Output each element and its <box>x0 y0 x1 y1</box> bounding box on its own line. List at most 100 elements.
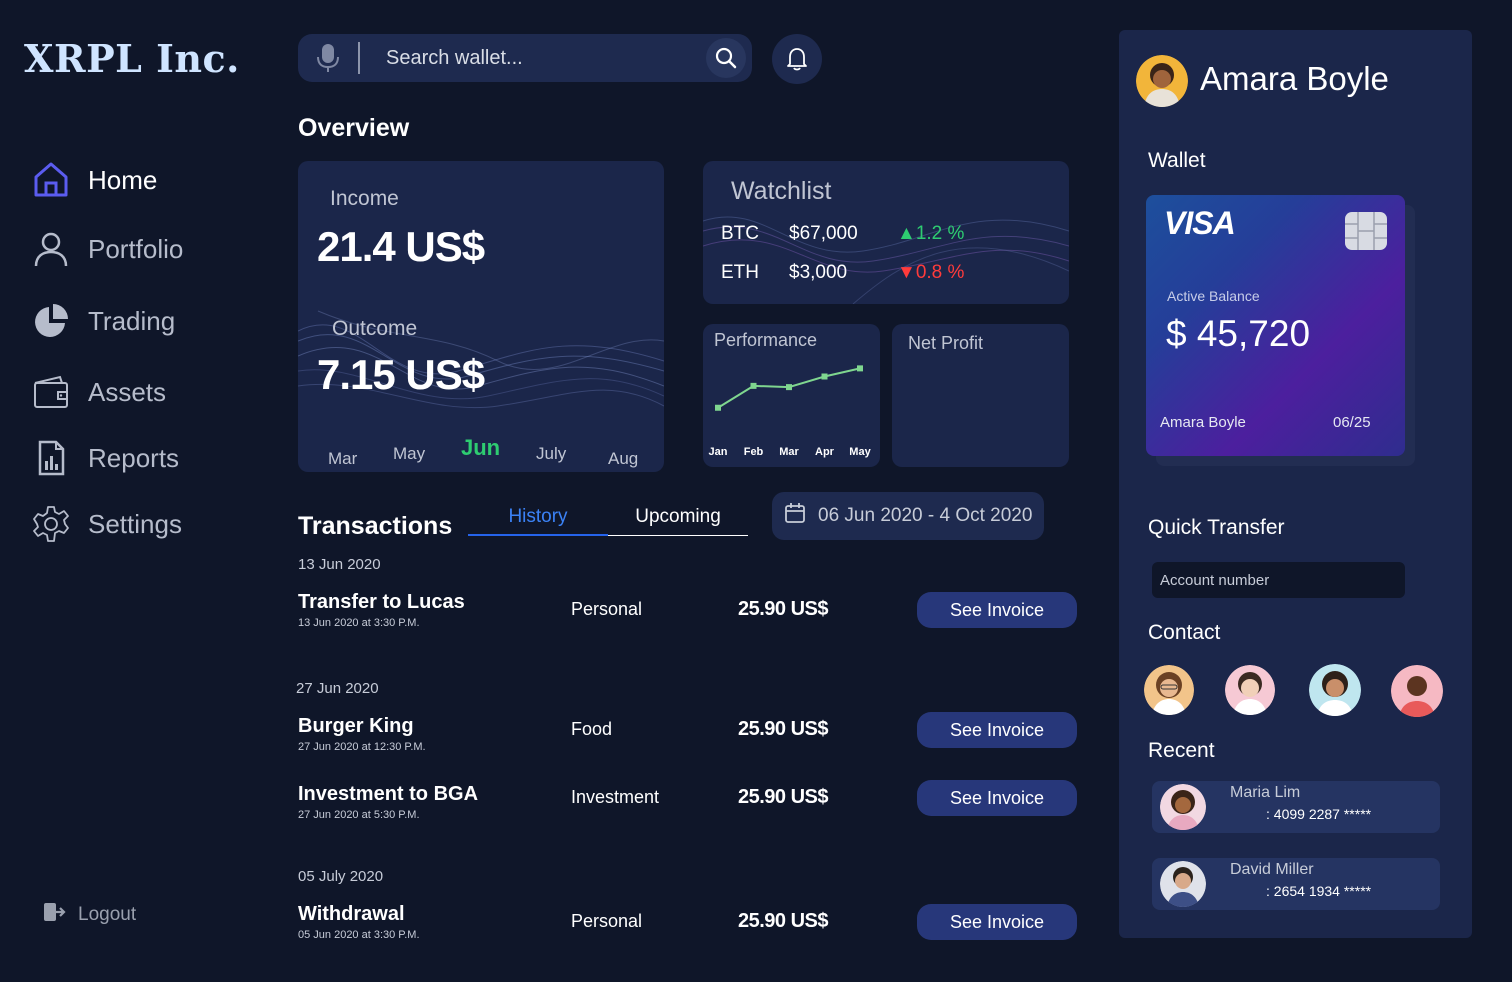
recent-transfer-item[interactable]: David Miller : 2654 1934 ***** <box>1152 858 1440 910</box>
user-name: Amara Boyle <box>1200 60 1389 97</box>
wallet-label: Wallet <box>1148 149 1206 172</box>
recent-label: Recent <box>1148 739 1215 762</box>
outcome-value: 7.15 US$ <box>317 351 485 398</box>
contact-avatar[interactable] <box>1225 665 1275 715</box>
performance-point <box>857 365 863 372</box>
card-brand: VISA <box>1164 205 1236 241</box>
contact-avatar[interactable] <box>1391 665 1443 717</box>
pie-chart-icon <box>32 302 70 340</box>
quick-transfer-label: Quick Transfer <box>1148 516 1285 539</box>
watchlist-card: Watchlist BTC $67,000 ▲ 1.2 % ETH $3,000… <box>703 161 1069 304</box>
watchlist-row[interactable]: BTC $67,000 ▲ 1.2 % <box>721 223 964 245</box>
watchlist-symbol: ETH <box>721 262 759 283</box>
recent-avatar <box>1160 861 1206 907</box>
watchlist-price: $3,000 <box>789 262 848 283</box>
contact-avatar[interactable] <box>1309 664 1361 716</box>
transaction-category: Personal <box>571 599 643 619</box>
watchlist-title: Watchlist <box>731 177 832 205</box>
nav-label-reports: Reports <box>88 442 180 473</box>
nav-item-trading[interactable]: Trading <box>32 299 252 343</box>
card-expiry: 06/25 <box>1333 414 1371 431</box>
performance-card: Performance Jan Feb Mar Apr May <box>703 324 880 467</box>
month-tab-may[interactable]: May <box>393 444 425 464</box>
performance-x-tick: Mar <box>779 446 799 458</box>
transaction-group-date: 13 Jun 2020 <box>298 556 381 573</box>
user-avatar[interactable] <box>1136 55 1188 107</box>
search-icon[interactable] <box>706 38 746 78</box>
nav-item-portfolio[interactable]: Portfolio <box>32 227 252 271</box>
transaction-timestamp: 27 Jun 2020 at 12:30 P.M. <box>298 741 426 753</box>
date-range-label: 06 Jun 2020 - 4 Oct 2020 <box>818 505 1033 526</box>
contact-avatar[interactable] <box>1144 665 1194 715</box>
trend-down-icon: ▼ <box>897 262 916 283</box>
nav-item-assets[interactable]: Assets <box>32 370 252 414</box>
home-icon <box>32 161 70 199</box>
see-invoice-button[interactable]: See Invoice <box>917 904 1077 940</box>
overview-title: Overview <box>298 114 410 142</box>
income-card: Income 21.4 US$ Outcome 7.15 US$ Mar May… <box>298 161 664 472</box>
logout-button[interactable]: Logout <box>42 900 136 929</box>
month-tab-mar[interactable]: Mar <box>328 449 357 469</box>
transaction-title: Withdrawal <box>298 903 405 925</box>
income-value: 21.4 US$ <box>317 223 485 270</box>
logout-icon <box>42 900 66 929</box>
nav-item-home[interactable]: Home <box>32 158 252 202</box>
wallet-icon <box>32 373 70 411</box>
performance-x-tick: May <box>849 446 871 458</box>
transaction-timestamp: 05 Jun 2020 at 3:30 P.M. <box>298 929 420 941</box>
performance-x-tick: Jan <box>709 446 728 458</box>
microphone-icon[interactable] <box>298 43 358 73</box>
card-holder: Amara Boyle <box>1160 414 1246 431</box>
recent-name: Maria Lim <box>1230 784 1301 801</box>
search-input[interactable] <box>386 46 686 70</box>
date-range-picker[interactable]: 06 Jun 2020 - 4 Oct 2020 <box>772 492 1044 540</box>
recent-name: David Miller <box>1230 861 1314 878</box>
net-profit-title: Net Profit <box>908 333 984 353</box>
month-tab-aug[interactable]: Aug <box>608 449 638 469</box>
performance-point <box>821 373 828 380</box>
visa-card[interactable]: VISA Active Balance $ 45,720 Amara Boyle… <box>1146 195 1405 456</box>
recent-account-number: : 2654 1934 ***** <box>1266 883 1372 899</box>
nav-item-reports[interactable]: Reports <box>32 436 252 480</box>
notification-bell-icon[interactable] <box>772 34 822 84</box>
active-balance-label: Active Balance <box>1167 288 1260 304</box>
transactions-title: Transactions <box>298 512 453 540</box>
see-invoice-button[interactable]: See Invoice <box>917 780 1077 816</box>
net-profit-card: Net Profit <box>892 324 1069 467</box>
performance-x-tick: Apr <box>815 446 835 458</box>
chip-icon <box>1344 211 1388 256</box>
contact-label: Contact <box>1148 621 1221 644</box>
performance-point <box>786 384 792 391</box>
transaction-title: Investment to BGA <box>298 783 479 805</box>
nav-label-home: Home <box>88 164 158 195</box>
trend-up-icon: ▲ <box>897 223 916 244</box>
see-invoice-button[interactable]: See Invoice <box>917 592 1077 628</box>
watchlist-row[interactable]: ETH $3,000 ▼ 0.8 % <box>721 262 964 284</box>
tab-history[interactable]: History <box>468 498 608 536</box>
month-tab-july[interactable]: July <box>536 444 566 464</box>
performance-chart: Jan Feb Mar Apr May <box>709 365 872 458</box>
transaction-category: Personal <box>571 911 643 931</box>
see-invoice-button[interactable]: See Invoice <box>917 712 1077 748</box>
nav-item-settings[interactable]: Settings <box>32 502 252 546</box>
nav-label-portfolio: Portfolio <box>88 233 184 264</box>
recent-transfer-item[interactable]: Maria Lim : 4099 2287 ***** <box>1152 781 1440 833</box>
app-logo[interactable]: XRPL Inc. <box>24 36 240 81</box>
gear-icon <box>32 505 70 543</box>
performance-x-tick: Feb <box>744 446 764 458</box>
watchlist-price: $67,000 <box>789 223 858 244</box>
performance-point <box>750 382 757 389</box>
transaction-title: Burger King <box>298 715 414 737</box>
recent-account-number: : 4099 2287 ***** <box>1266 806 1372 822</box>
month-tab-jun[interactable]: Jun <box>461 435 500 461</box>
watchlist-symbol: BTC <box>721 223 759 244</box>
income-label: Income <box>330 187 399 210</box>
tab-upcoming[interactable]: Upcoming <box>608 498 748 536</box>
transaction-title: Transfer to Lucas <box>298 591 465 613</box>
nav-label-settings: Settings <box>88 508 182 539</box>
account-number-input[interactable] <box>1152 562 1405 598</box>
transaction-amount: 25.90 US$ <box>738 786 829 808</box>
transactions-tabs: History Upcoming <box>468 498 748 536</box>
report-icon <box>32 439 70 477</box>
search-bar <box>298 34 752 82</box>
